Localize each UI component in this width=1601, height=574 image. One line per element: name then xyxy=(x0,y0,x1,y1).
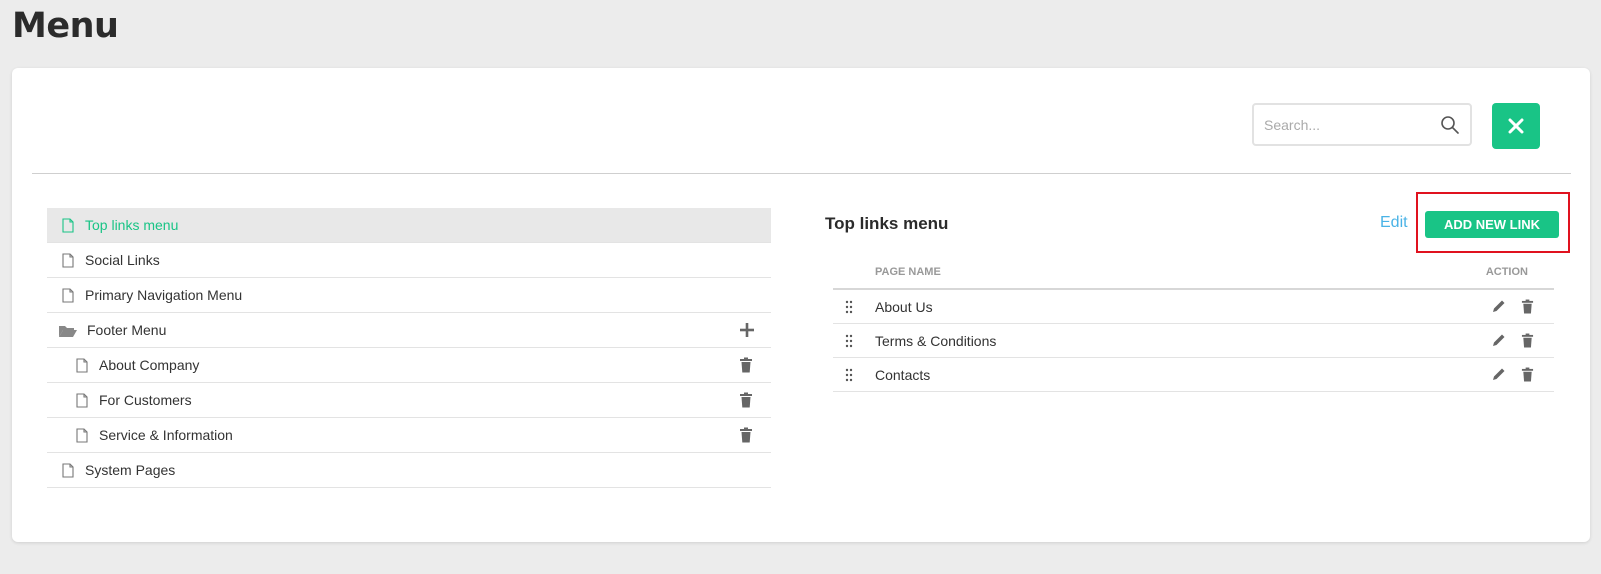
table-row: About Us xyxy=(833,290,1554,324)
tree-item-primary-navigation-menu[interactable]: Primary Navigation Menu xyxy=(47,278,771,313)
tree-item-service-information[interactable]: Service & Information xyxy=(47,418,771,453)
column-header-action: ACTION xyxy=(1485,266,1528,278)
link-name: Contacts xyxy=(875,367,931,383)
table-row: Terms & Conditions xyxy=(833,324,1554,358)
panel-title: Top links menu xyxy=(825,214,949,233)
tree-item-label: For Customers xyxy=(99,392,192,408)
tree-item-system-pages[interactable]: System Pages xyxy=(47,453,771,488)
pencil-icon[interactable] xyxy=(1492,333,1506,347)
close-icon xyxy=(1508,118,1524,134)
search-input[interactable] xyxy=(1264,105,1434,144)
file-icon xyxy=(62,253,74,268)
tree-item-label: About Company xyxy=(99,357,200,373)
drag-handle-icon[interactable] xyxy=(845,368,853,382)
trash-icon[interactable] xyxy=(739,357,753,373)
file-icon xyxy=(62,218,74,233)
menu-tree: Top links menu Social Links Primary Navi… xyxy=(47,208,771,488)
trash-icon[interactable] xyxy=(739,392,753,408)
table-row: Contacts xyxy=(833,358,1554,392)
file-icon xyxy=(76,393,88,408)
search-box[interactable] xyxy=(1252,103,1472,146)
file-icon xyxy=(62,288,74,303)
trash-icon[interactable] xyxy=(1521,333,1534,348)
table-header: PAGE NAME ACTION xyxy=(833,256,1554,290)
tree-item-label: Top links menu xyxy=(85,217,179,233)
header-divider xyxy=(32,173,1571,174)
trash-icon[interactable] xyxy=(739,427,753,443)
tree-item-label: Social Links xyxy=(85,252,160,268)
tree-item-top-links-menu[interactable]: Top links menu xyxy=(47,208,771,243)
link-name: Terms & Conditions xyxy=(875,333,997,349)
tree-item-label: Service & Information xyxy=(99,427,233,443)
edit-link[interactable]: Edit xyxy=(1380,214,1408,232)
trash-icon[interactable] xyxy=(1521,367,1534,382)
tree-item-label: System Pages xyxy=(85,462,176,478)
close-button[interactable] xyxy=(1492,103,1540,149)
link-name: About Us xyxy=(875,299,933,315)
tree-item-social-links[interactable]: Social Links xyxy=(47,243,771,278)
search-icon[interactable] xyxy=(1440,115,1460,135)
add-new-link-button[interactable]: ADD NEW LINK xyxy=(1425,211,1559,238)
tree-item-footer-menu[interactable]: Footer Menu xyxy=(47,313,771,348)
pencil-icon[interactable] xyxy=(1492,367,1506,381)
file-icon xyxy=(62,463,74,478)
pencil-icon[interactable] xyxy=(1492,299,1506,313)
file-icon xyxy=(76,428,88,443)
page-title: Menu xyxy=(12,6,119,46)
drag-handle-icon[interactable] xyxy=(845,334,853,348)
tree-item-label: Footer Menu xyxy=(87,322,167,338)
add-child-icon[interactable] xyxy=(739,322,755,338)
links-table: PAGE NAME ACTION About Us Terms & Condit… xyxy=(833,256,1554,392)
tree-item-about-company[interactable]: About Company xyxy=(47,348,771,383)
tree-item-for-customers[interactable]: For Customers xyxy=(47,383,771,418)
folder-open-icon xyxy=(59,326,77,337)
column-header-page-name: PAGE NAME xyxy=(875,266,941,278)
tree-item-label: Primary Navigation Menu xyxy=(85,287,243,303)
trash-icon[interactable] xyxy=(1521,299,1534,314)
drag-handle-icon[interactable] xyxy=(845,300,853,314)
file-icon xyxy=(76,358,88,373)
